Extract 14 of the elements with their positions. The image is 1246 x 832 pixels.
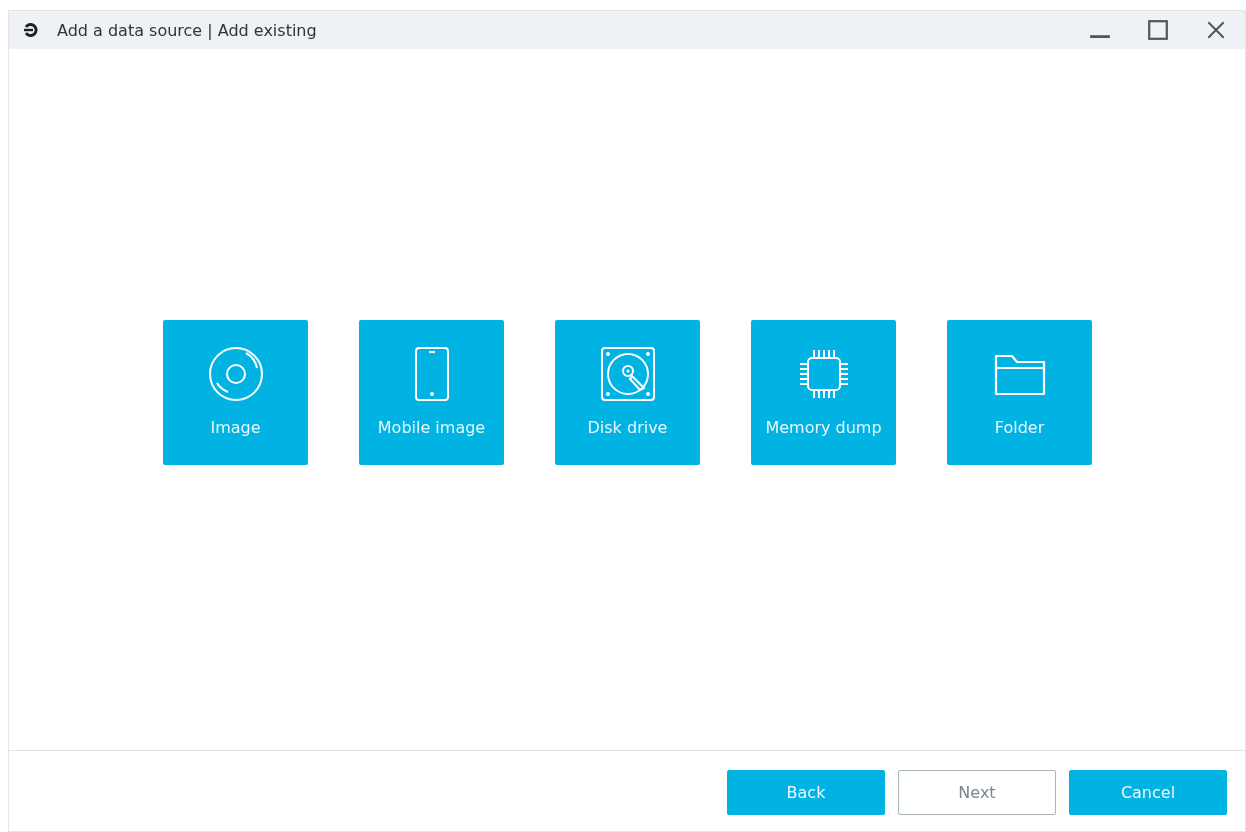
hard-drive-icon (599, 345, 656, 402)
close-icon[interactable] (1205, 19, 1227, 41)
dialog-button[interactable]: Cancel (1069, 769, 1227, 815)
maximize-icon[interactable] (1147, 19, 1169, 41)
source-tile[interactable]: Folder (947, 320, 1092, 465)
logo-icon (23, 23, 39, 37)
source-tile[interactable]: Disk drive (555, 320, 700, 465)
disc-icon (207, 345, 264, 402)
source-tile[interactable]: Image (163, 320, 308, 465)
window-title: Add a data source | Add existing (57, 20, 317, 40)
dialog-button[interactable]: Back (727, 769, 885, 815)
source-tile[interactable]: Memory dump (751, 320, 896, 465)
phone-icon (413, 345, 450, 402)
source-tile[interactable]: Mobile image (359, 320, 504, 465)
